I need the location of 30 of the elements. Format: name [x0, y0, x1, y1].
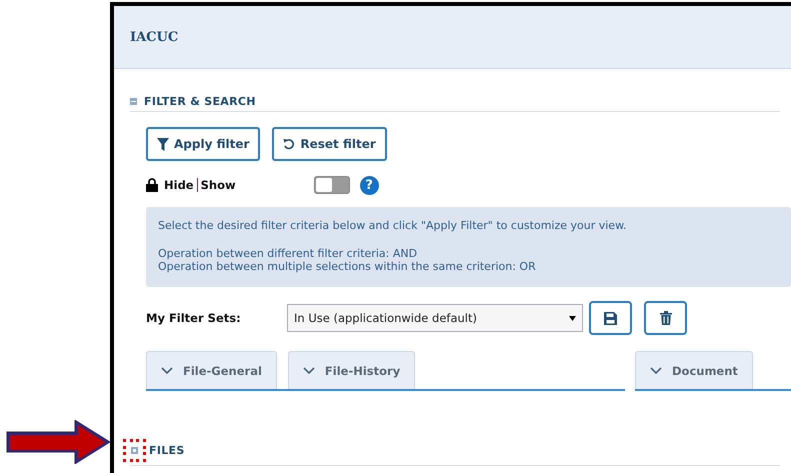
section-title: FILES [149, 444, 185, 457]
section-title: FILTER & SEARCH [144, 95, 256, 108]
apply-filter-button[interactable]: Apply filter [146, 127, 260, 161]
info-text: Operation between different filter criteria: AND [158, 247, 418, 260]
show-label: Show [200, 178, 236, 192]
reset-filter-button[interactable]: Reset filter [272, 127, 387, 161]
chevron-icon [161, 367, 173, 374]
save-button[interactable] [589, 301, 632, 335]
help-icon[interactable]: ? [360, 176, 379, 194]
accordion-tab[interactable]: File-General [146, 351, 277, 389]
delete-button[interactable] [644, 301, 687, 335]
collapse-icon[interactable] [130, 98, 137, 105]
lock-icon [146, 178, 158, 192]
trash-icon [660, 311, 672, 325]
expand-icon[interactable] [131, 447, 138, 454]
toggle-switch[interactable] [314, 176, 350, 194]
filter-icon [157, 138, 169, 150]
accordion-tab[interactable]: File-History [288, 351, 416, 389]
dropdown-caret-icon [569, 316, 576, 320]
filter-set-dropdown[interactable]: In Use (applicationwide default) [287, 304, 583, 332]
hide-label: Hide [164, 178, 194, 192]
chevron-icon [302, 367, 315, 374]
accordion-tab[interactable]: Document [635, 351, 753, 389]
info-text: Select the desired filter criteria below and click "Apply Filter" to customize your view. [158, 219, 628, 232]
chevron-icon [650, 367, 662, 374]
page-title: IACUC [130, 30, 178, 44]
undo-icon [283, 138, 296, 150]
arrow-icon [6, 420, 110, 464]
info-text: Operation between multiple selections within the same criterion: OR [158, 260, 537, 273]
filter-sets-label: My Filter Sets: [146, 311, 242, 325]
